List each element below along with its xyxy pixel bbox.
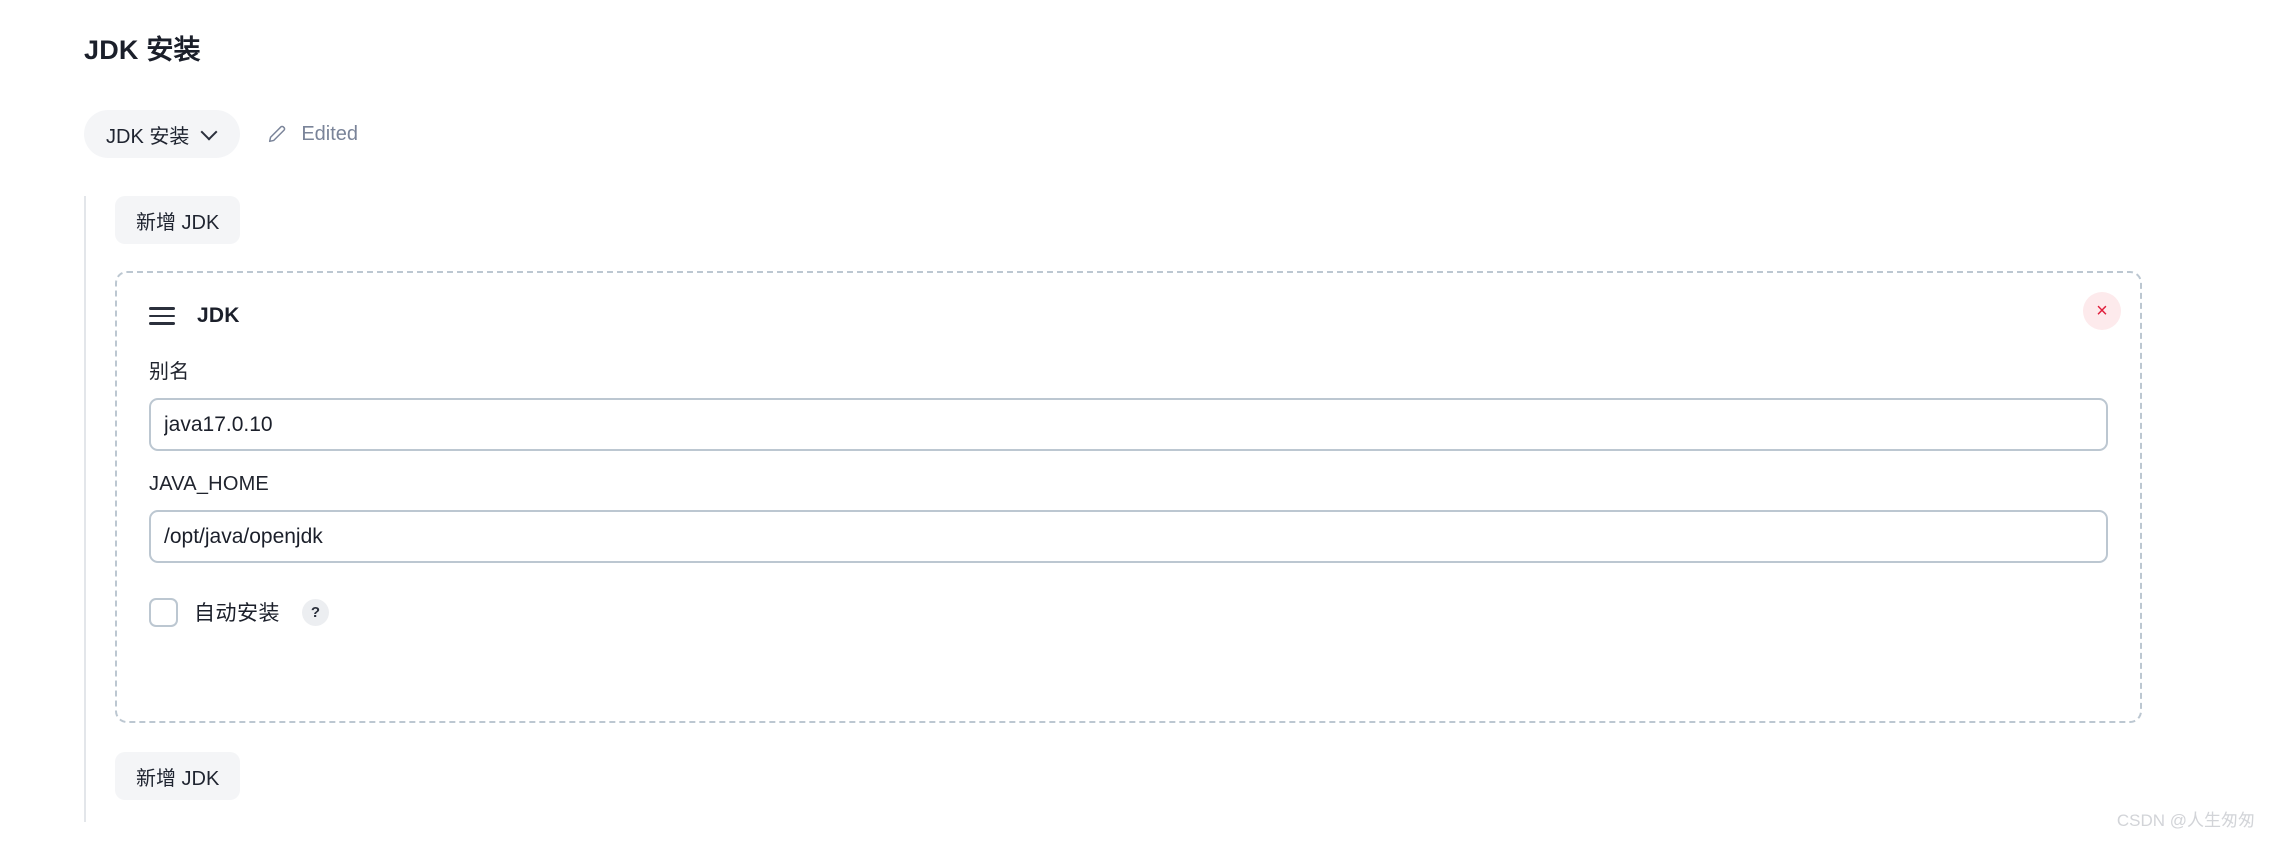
add-jdk-button-bottom[interactable]: 新增 JDK: [115, 752, 241, 800]
auto-install-row: 自动安装 ?: [149, 597, 2108, 627]
jdk-block: JDK × 别名 JAVA_HOME 自动安装 ?: [115, 271, 2142, 723]
add-jdk-button-top[interactable]: 新增 JDK: [115, 196, 241, 244]
field-alias: 别名: [149, 355, 2108, 451]
field-java-home-label: JAVA_HOME: [149, 473, 269, 495]
drag-handle-icon[interactable]: [149, 303, 175, 329]
jdk-block-title: JDK: [197, 304, 240, 327]
edited-status: Edited: [266, 123, 358, 146]
breadcrumb: JDK 安装 Edited: [84, 110, 358, 158]
edited-label: Edited: [301, 122, 359, 145]
help-icon[interactable]: ?: [302, 598, 329, 626]
field-java-home: JAVA_HOME: [149, 473, 2108, 563]
page-title: JDK 安装: [84, 35, 201, 65]
auto-install-checkbox[interactable]: [149, 597, 178, 627]
pencil-icon: [269, 125, 286, 143]
breadcrumb-dropdown[interactable]: JDK 安装: [84, 110, 241, 158]
auto-install-label: 自动安装: [194, 602, 280, 625]
jdk-block-header: JDK: [149, 299, 2108, 333]
java-home-input[interactable]: [149, 510, 2108, 563]
jdk-section: 新增 JDK JDK × 别名 JAVA_HOME 自动安装 ? 新增 JDK: [84, 196, 2194, 822]
watermark: CSDN @人生匆匆: [2116, 811, 2255, 830]
close-icon[interactable]: ×: [2083, 292, 2121, 330]
alias-input[interactable]: [149, 398, 2108, 451]
field-alias-label: 别名: [149, 361, 190, 383]
breadcrumb-label: JDK 安装: [106, 125, 190, 148]
chevron-down-icon: [202, 124, 218, 140]
